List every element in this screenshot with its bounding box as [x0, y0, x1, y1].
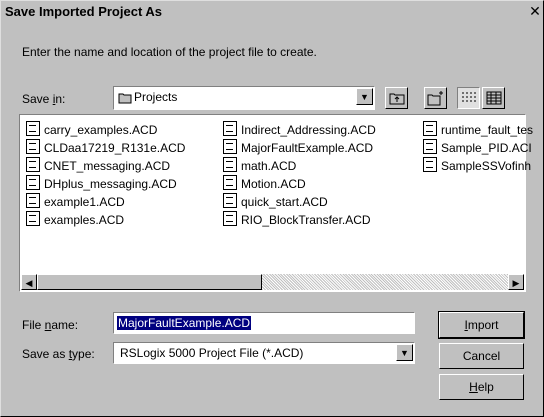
title-bar[interactable]: Save Imported Project As ✕: [1, 1, 543, 23]
scroll-left-icon[interactable]: ◀: [21, 274, 37, 290]
list-view-button[interactable]: [457, 87, 480, 109]
chevron-down-icon[interactable]: ▼: [396, 344, 413, 361]
acd-file-icon: [423, 157, 437, 172]
file-item[interactable]: quick_start.ACD: [223, 193, 328, 209]
save-in-dropdown[interactable]: Projects ▼: [113, 86, 375, 110]
scroll-right-icon[interactable]: ▶: [508, 274, 524, 290]
acd-file-icon: [223, 211, 237, 226]
up-folder-icon: [389, 93, 404, 105]
acd-file-icon: [423, 139, 437, 154]
scroll-track[interactable]: [262, 274, 508, 290]
file-name-label: File name:: [22, 318, 79, 332]
details-view-button[interactable]: [482, 87, 505, 109]
file-item[interactable]: MajorFaultExample.ACD: [223, 139, 373, 155]
file-item[interactable]: example1.ACD: [26, 193, 125, 209]
new-folder-icon: [427, 91, 443, 106]
chevron-down-icon[interactable]: ▼: [356, 88, 373, 105]
details-view-icon: [486, 91, 501, 105]
acd-file-icon: [26, 193, 40, 208]
file-name-input[interactable]: MajorFaultExample.ACD: [113, 312, 415, 334]
acd-file-icon: [223, 121, 237, 136]
instruction-text: Enter the name and location of the proje…: [22, 45, 317, 59]
acd-file-icon: [26, 139, 40, 154]
file-list[interactable]: carry_examples.ACD CLDaa17219_R131e.ACD …: [19, 114, 533, 292]
save-in-value: Projects: [134, 90, 178, 104]
acd-file-icon: [26, 175, 40, 190]
file-item[interactable]: CLDaa17219_R131e.ACD: [26, 139, 185, 155]
acd-file-icon: [26, 121, 40, 136]
close-icon[interactable]: ✕: [527, 3, 543, 19]
file-item[interactable]: examples.ACD: [26, 211, 124, 227]
scroll-thumb[interactable]: [37, 274, 262, 290]
horizontal-scrollbar[interactable]: ◀ ▶: [21, 274, 524, 290]
acd-file-icon: [223, 193, 237, 208]
file-item[interactable]: math.ACD: [223, 157, 296, 173]
help-button[interactable]: Help: [439, 374, 524, 400]
acd-file-icon: [223, 175, 237, 190]
acd-file-icon: [423, 121, 437, 136]
up-folder-button[interactable]: [385, 87, 408, 109]
folder-icon: [118, 93, 132, 104]
acd-file-icon: [26, 157, 40, 172]
import-button[interactable]: Import: [438, 311, 525, 339]
file-item[interactable]: DHplus_messaging.ACD: [26, 175, 177, 191]
file-item[interactable]: CNET_messaging.ACD: [26, 157, 170, 173]
file-item[interactable]: runtime_fault_tes: [423, 121, 533, 137]
save-as-type-value: RSLogix 5000 Project File (*.ACD): [120, 346, 304, 360]
file-item[interactable]: SampleSSVofinh: [423, 157, 531, 173]
save-as-type-label: Save as type:: [22, 347, 95, 361]
save-imported-project-dialog: Save Imported Project As ✕ Enter the nam…: [0, 0, 544, 417]
file-item[interactable]: carry_examples.ACD: [26, 121, 157, 137]
acd-file-icon: [223, 139, 237, 154]
file-name-value: MajorFaultExample.ACD: [117, 316, 252, 330]
list-view-icon: [461, 92, 476, 102]
new-folder-button[interactable]: [424, 87, 447, 109]
acd-file-icon: [26, 211, 40, 226]
file-item[interactable]: Indirect_Addressing.ACD: [223, 121, 376, 137]
save-as-type-dropdown[interactable]: RSLogix 5000 Project File (*.ACD) ▼: [113, 342, 415, 364]
save-in-label: Save in:: [22, 92, 66, 106]
file-item[interactable]: Sample_PID.ACI: [423, 139, 532, 155]
dialog-title: Save Imported Project As: [5, 4, 163, 19]
file-item[interactable]: Motion.ACD: [223, 175, 306, 191]
file-item[interactable]: RIO_BlockTransfer.ACD: [223, 211, 371, 227]
acd-file-icon: [223, 157, 237, 172]
cancel-button[interactable]: Cancel: [439, 343, 524, 369]
